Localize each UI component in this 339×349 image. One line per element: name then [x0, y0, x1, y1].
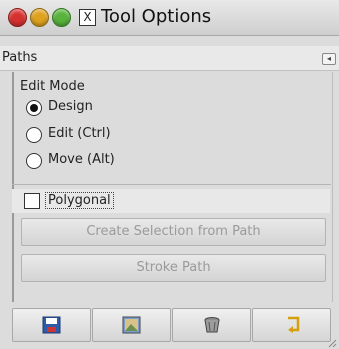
window-title: Tool Options — [101, 6, 212, 27]
mode-move-label: Move (Alt) — [48, 152, 115, 167]
paths-header: Paths ◂ — [0, 46, 339, 71]
x11-icon: X — [79, 9, 96, 26]
radio-icon[interactable] — [26, 127, 42, 143]
mode-design-label: Design — [48, 99, 93, 114]
polygonal-checkbox[interactable] — [24, 193, 40, 209]
reset-options-button[interactable] — [252, 308, 331, 342]
save-icon — [42, 316, 61, 334]
edit-mode-label: Edit Mode — [20, 79, 85, 94]
mode-edit-label: Edit (Ctrl) — [48, 126, 111, 141]
polygonal-label: Polygonal — [45, 192, 114, 209]
create-selection-from-path-button[interactable]: Create Selection from Path — [21, 218, 326, 246]
options-toolbar — [12, 308, 331, 342]
close-window-button[interactable] — [8, 8, 27, 27]
delete-options-button[interactable] — [172, 308, 251, 342]
save-options-button[interactable] — [12, 308, 91, 342]
resize-grip-icon[interactable] — [327, 338, 337, 348]
polygonal-option[interactable]: Polygonal — [12, 189, 330, 213]
delete-icon — [204, 317, 220, 333]
maximize-window-button[interactable] — [52, 8, 71, 27]
panel-menu-button[interactable]: ◂ — [322, 53, 336, 65]
minimize-window-button[interactable] — [30, 8, 49, 27]
restore-options-button[interactable] — [92, 308, 171, 342]
restore-icon — [122, 316, 141, 334]
divider — [12, 184, 331, 185]
reset-icon — [288, 316, 300, 333]
radio-selected-icon[interactable] — [26, 100, 42, 116]
radio-icon[interactable] — [26, 153, 42, 169]
stroke-path-button[interactable]: Stroke Path — [21, 254, 326, 282]
panel-title: Paths — [2, 50, 38, 65]
title-bar: X Tool Options — [0, 0, 339, 36]
